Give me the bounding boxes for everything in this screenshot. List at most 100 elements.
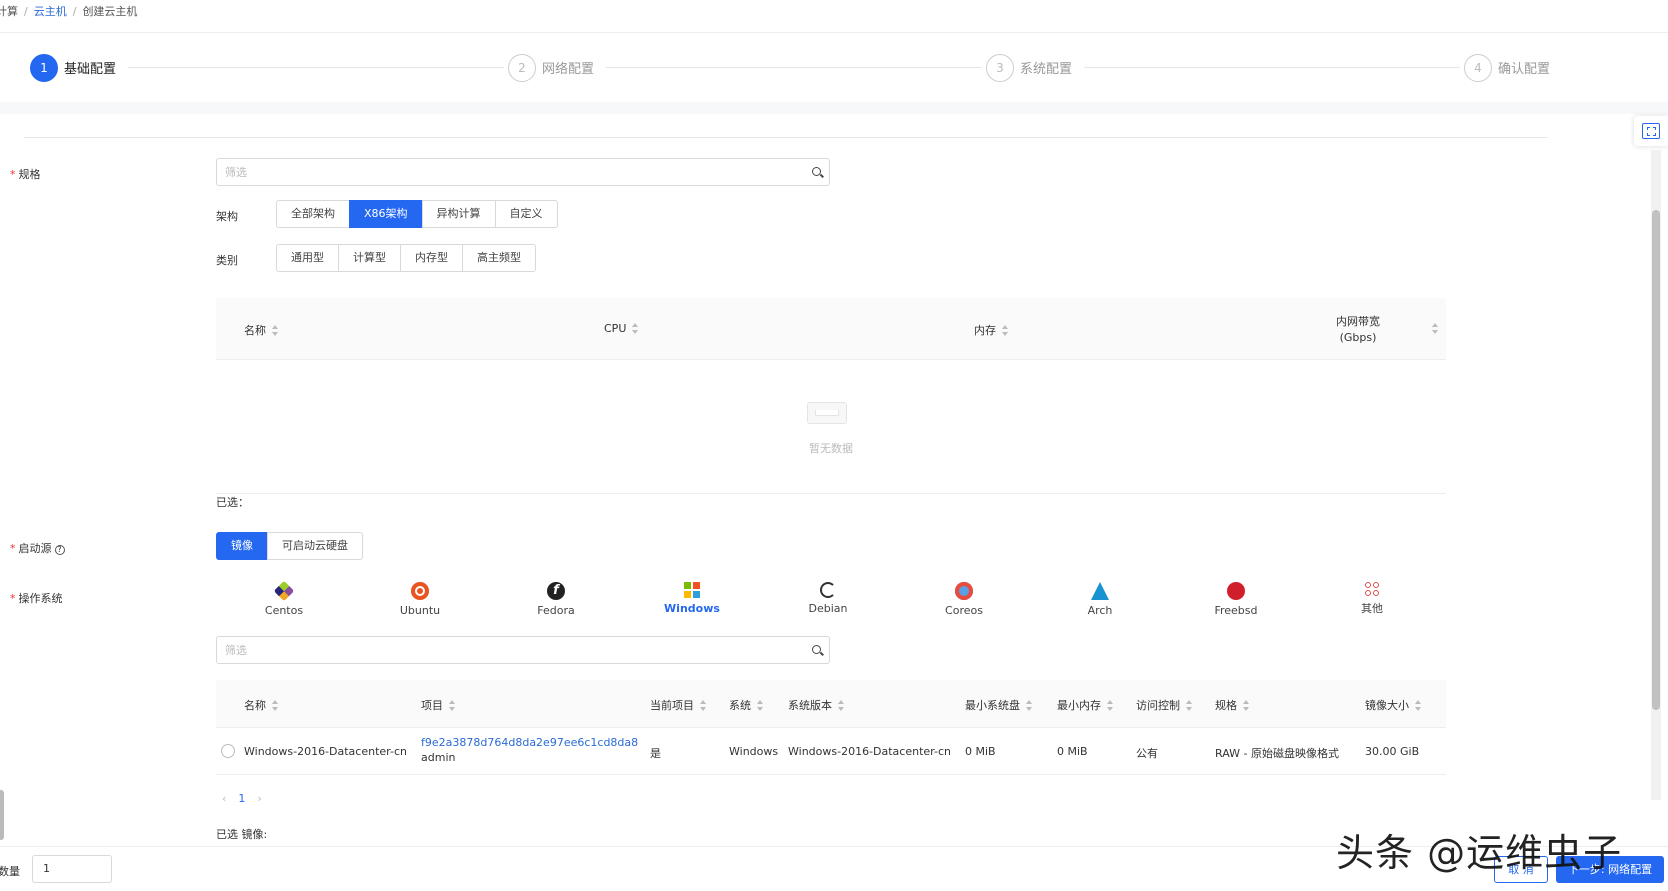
category-option-compute[interactable]: 计算型 — [338, 244, 401, 272]
cell-current: 是 — [650, 747, 661, 760]
sort-icon — [1026, 700, 1033, 712]
windows-icon — [684, 582, 700, 598]
other-icon — [1365, 582, 1379, 596]
sort-icon — [1002, 325, 1009, 337]
breadcrumb-root[interactable]: 计算 — [0, 5, 18, 18]
sort-icon — [632, 323, 639, 335]
sort-icon — [1243, 700, 1250, 712]
fullscreen-icon — [1642, 123, 1660, 139]
spec-filter-input[interactable] — [225, 160, 785, 184]
category-option-general[interactable]: 通用型 — [276, 244, 339, 272]
os-debian[interactable]: Debian — [788, 582, 868, 615]
spec-filter[interactable] — [216, 158, 830, 186]
sort-icon — [1107, 700, 1114, 712]
cell-size: 30.00 GiB — [1365, 745, 1420, 758]
scrollbar[interactable] — [1651, 150, 1661, 800]
col-project[interactable]: 项目 — [421, 697, 456, 713]
cell-name: Windows-2016-Datacenter-cn — [244, 745, 407, 758]
step-3-circle: 3 — [986, 54, 1014, 82]
col-min-memory[interactable]: 最小内存 — [1057, 697, 1114, 713]
search-icon[interactable] — [812, 645, 821, 654]
col-format[interactable]: 规格 — [1215, 697, 1250, 713]
spec-table-empty: 暂无数据 — [216, 360, 1446, 494]
os-windows[interactable]: Windows — [652, 582, 732, 615]
boot-label: * 启动源? — [10, 540, 65, 556]
arch-label: 架构 — [216, 210, 238, 223]
ubuntu-icon — [411, 582, 429, 600]
step-4-circle: 4 — [1464, 54, 1492, 82]
step-3-label: 系统配置 — [1020, 62, 1073, 77]
help-icon[interactable]: ? — [54, 545, 65, 555]
cell-project-id[interactable]: f9e2a3878d764d8da2e97ee6c1cd8da8 — [421, 736, 638, 749]
pagination: ‹ 1 › — [222, 792, 262, 805]
centos-icon — [273, 580, 295, 602]
sort-icon — [272, 325, 279, 337]
sort-icon — [700, 700, 707, 712]
os-other[interactable]: 其他 — [1332, 582, 1412, 616]
watermark: 头条 @运维虫子 — [1336, 831, 1623, 875]
debian-icon — [820, 582, 836, 598]
boot-option-image[interactable]: 镜像 — [216, 532, 268, 560]
pagination-page[interactable]: 1 — [238, 792, 245, 805]
image-filter-input[interactable] — [225, 638, 785, 662]
breadcrumb: 计算 / 云主机 / 创建云主机 — [0, 3, 137, 19]
search-icon[interactable] — [812, 167, 821, 176]
col-system[interactable]: 系统 — [729, 697, 764, 713]
os-coreos[interactable]: Coreos — [924, 582, 1004, 617]
quantity-input[interactable]: 1 — [32, 855, 112, 883]
step-2-label: 网络配置 — [542, 62, 595, 77]
col-current-project[interactable]: 当前项目 — [650, 697, 707, 713]
step-2-circle: 2 — [508, 54, 536, 82]
arch-option-all[interactable]: 全部架构 — [276, 200, 350, 228]
col-name[interactable]: 名称 — [244, 322, 279, 338]
cell-project-name: admin — [421, 751, 456, 764]
breadcrumb-current: 创建云主机 — [82, 5, 138, 18]
step-4-label: 确认配置 — [1498, 62, 1551, 77]
freebsd-icon — [1227, 582, 1245, 600]
category-option-memory[interactable]: 内存型 — [400, 244, 463, 272]
os-freebsd[interactable]: Freebsd — [1196, 582, 1276, 617]
arch-segmented: 全部架构 X86架构 异构计算 自定义 — [276, 200, 558, 228]
os-centos[interactable]: Centos — [244, 580, 324, 617]
arch-option-custom[interactable]: 自定义 — [494, 200, 558, 228]
category-label: 类别 — [216, 254, 238, 267]
side-handle[interactable] — [0, 790, 4, 840]
image-filter[interactable] — [216, 636, 830, 664]
table-row[interactable]: Windows-2016-Datacenter-cn f9e2a3878d764… — [216, 728, 1446, 775]
boot-option-volume[interactable]: 可启动云硬盘 — [267, 532, 363, 560]
wizard-steps: 1 基础配置 2 网络配置 3 系统配置 4 确认配置 — [0, 32, 1668, 102]
sort-icon — [449, 700, 456, 712]
pagination-prev[interactable]: ‹ — [222, 792, 226, 805]
col-image-name[interactable]: 名称 — [244, 697, 279, 713]
coreos-icon — [955, 582, 973, 600]
arch-option-hetero[interactable]: 异构计算 — [421, 200, 496, 228]
os-selector: Centos Ubuntu f Fedora Windows Debian Co… — [216, 580, 1446, 622]
col-size[interactable]: 镜像大小 — [1365, 697, 1422, 713]
os-fedora[interactable]: f Fedora — [516, 582, 596, 617]
breadcrumb-parent[interactable]: 云主机 — [34, 5, 67, 18]
fullscreen-button[interactable] — [1634, 116, 1668, 146]
os-arch[interactable]: Arch — [1060, 582, 1140, 617]
image-table-header: 名称 项目 当前项目 系统 系统版本 最小系统盘 最小内存 访问控制 规格 镜像… — [216, 680, 1446, 728]
col-cpu[interactable]: CPU — [604, 322, 639, 335]
cell-system: Windows — [729, 745, 779, 758]
col-system-version[interactable]: 系统版本 — [788, 697, 845, 713]
pagination-next[interactable]: › — [257, 792, 261, 805]
col-access[interactable]: 访问控制 — [1136, 697, 1193, 713]
col-memory[interactable]: 内存 — [974, 322, 1009, 338]
sort-icon — [838, 700, 845, 712]
arch-option-x86[interactable]: X86架构 — [349, 200, 423, 228]
cell-min-memory: 0 MiB — [1057, 745, 1088, 758]
os-label: * 操作系统 — [10, 592, 63, 605]
spec-selected: 已选： — [216, 496, 249, 509]
col-min-disk[interactable]: 最小系统盘 — [965, 697, 1033, 713]
cell-version: Windows-2016-Datacenter-cn — [788, 745, 951, 758]
row-radio[interactable] — [221, 744, 235, 758]
spec-label: * 规格 — [10, 168, 41, 181]
quantity-label: 数量 — [0, 865, 20, 878]
category-option-highfreq[interactable]: 高主频型 — [462, 244, 536, 272]
step-1-label: 基础配置 — [64, 62, 117, 77]
os-ubuntu[interactable]: Ubuntu — [380, 582, 460, 617]
cell-format: RAW - 原始磁盘映像格式 — [1215, 747, 1339, 760]
col-bandwidth[interactable]: 内网带宽 (Gbps) — [1336, 314, 1380, 346]
